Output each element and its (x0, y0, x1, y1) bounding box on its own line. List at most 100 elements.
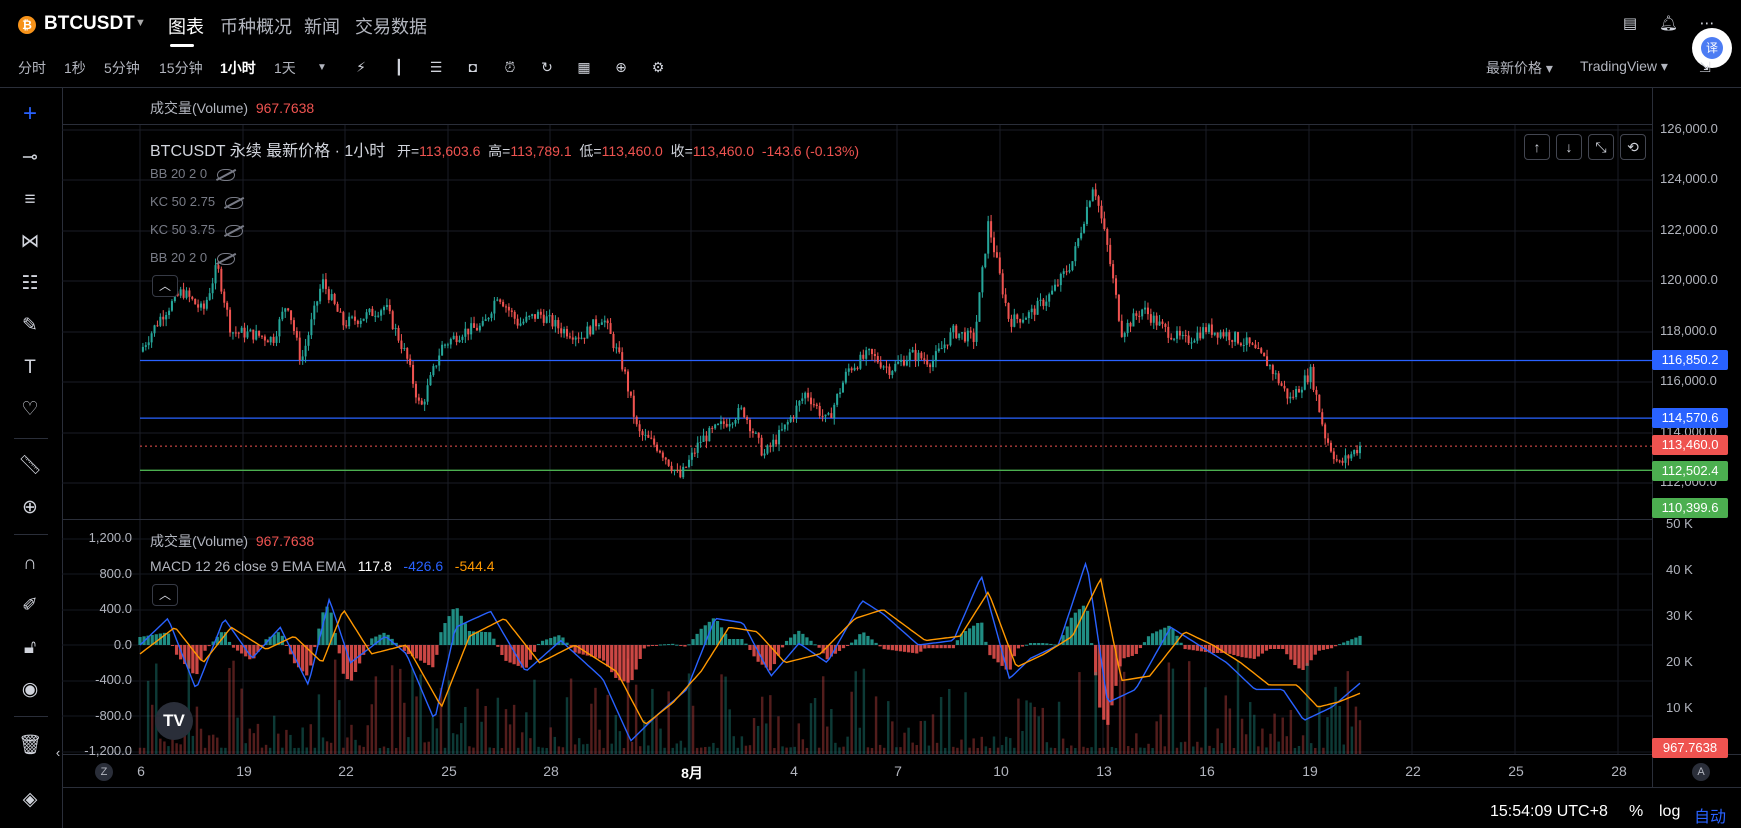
candle-body (473, 323, 476, 328)
candle-body (661, 452, 664, 458)
macd-tick: 0.0 (113, 637, 132, 652)
percent-toggle[interactable]: % (1629, 803, 1643, 821)
collapse-legend-button[interactable]: ︿ (152, 275, 178, 297)
volume-bar (1082, 746, 1085, 754)
candle-body (1013, 314, 1016, 327)
candle-body (147, 342, 150, 346)
macd-hist-bar (1012, 645, 1016, 657)
candle-body (751, 431, 754, 434)
volume-bar (1171, 668, 1175, 754)
log-toggle[interactable]: log (1659, 803, 1680, 821)
candle-body (162, 316, 165, 320)
candle-body (240, 327, 243, 333)
candle-body (685, 466, 688, 468)
auto-scale-button[interactable]: A (1692, 763, 1710, 781)
volume-bar (777, 716, 780, 754)
candle-body (1295, 388, 1298, 398)
candle-body (507, 306, 510, 311)
indicator-kc-1[interactable]: KC 50 2.75 (150, 194, 244, 209)
candle-body (737, 408, 740, 420)
macd-hist-bar (447, 616, 451, 645)
candle-body (211, 283, 214, 294)
maximize-button[interactable]: ⤡ (1588, 134, 1614, 160)
time-tick: 28 (543, 763, 559, 779)
volume-bar (529, 738, 532, 754)
volume-bar (553, 736, 557, 754)
tradingview-logo[interactable]: TV (155, 702, 193, 740)
candle-body (908, 352, 911, 361)
move-down-button[interactable]: ↓ (1556, 134, 1582, 160)
macd-hist-bar (1346, 640, 1350, 645)
macd-hist-bar (1309, 645, 1313, 661)
macd-lines (139, 561, 1361, 742)
volume-bar (760, 696, 764, 754)
candle-body (969, 330, 972, 333)
candle-body (609, 323, 612, 334)
macd-hist-bar (1248, 645, 1252, 659)
candle-body (711, 427, 714, 429)
candle-body (818, 405, 821, 416)
macd-hist-bar (1179, 642, 1183, 645)
candle-body (229, 309, 232, 333)
candle-body (717, 423, 720, 425)
restore-button[interactable]: ⟲ (1620, 134, 1646, 160)
candle-body (1045, 301, 1048, 306)
candle-body (1280, 383, 1283, 386)
macd-hist-bar (280, 635, 284, 645)
hidden-eye-icon[interactable] (225, 196, 244, 209)
candle-body (754, 432, 757, 434)
candle-body (839, 392, 842, 394)
move-up-button[interactable]: ↑ (1524, 134, 1550, 160)
volume-bar (1179, 742, 1183, 754)
candle-body (380, 310, 383, 316)
volume-bar (1342, 744, 1345, 754)
candle-body (920, 352, 923, 359)
volume-bar (455, 734, 459, 754)
volume-bar (1338, 705, 1341, 754)
candle-body (905, 360, 908, 366)
candle-body (786, 421, 789, 425)
candle-body (1039, 299, 1042, 301)
candle-body (1239, 343, 1242, 346)
indicator-bb-1[interactable]: BB 20 2 0 (150, 166, 236, 181)
candle-body (226, 302, 229, 310)
volume-bar (590, 703, 593, 754)
candle-body (1135, 313, 1138, 316)
volume-bar (838, 747, 841, 754)
candle-body (931, 361, 935, 368)
macd-hist-bar (435, 645, 439, 655)
candle-body (699, 441, 702, 443)
macd-hist-bar (1272, 645, 1277, 649)
hidden-eye-icon[interactable] (217, 252, 236, 265)
macd-hist-bar (540, 640, 545, 645)
indicator-kc-2[interactable]: KC 50 3.75 (150, 222, 244, 237)
candle-body (815, 404, 818, 406)
indicator-bb-2[interactable]: BB 20 2 0 (150, 250, 236, 265)
hidden-eye-icon[interactable] (217, 168, 236, 181)
macd-legend: MACD 12 26 close 9 EMA EMA 117.8 -426.6 … (150, 558, 495, 574)
macd-hist-bar (504, 645, 508, 661)
macd-hist-bar (967, 628, 972, 645)
candle-body (513, 311, 516, 319)
volume-bar (1004, 736, 1008, 754)
candle-body (307, 335, 310, 346)
hidden-eye-icon[interactable] (225, 224, 244, 237)
volume-bar (403, 702, 406, 754)
macd-hist-bar (906, 645, 911, 653)
auto-toggle[interactable]: 自动 (1694, 803, 1726, 827)
volume-bar (569, 678, 573, 754)
volume-bar (537, 746, 540, 754)
candle-body (353, 316, 356, 321)
candle-body (740, 407, 743, 409)
macd-hist-bar (911, 645, 915, 653)
zoom-reset-button[interactable]: Z (95, 763, 113, 781)
candle-body (981, 267, 984, 293)
volume-bar (1187, 661, 1191, 754)
volume-bar (362, 746, 365, 754)
collapse-macd-legend-button[interactable]: ︿ (152, 584, 178, 606)
volume-bar (301, 727, 304, 754)
candle-body (798, 400, 801, 406)
candle-body (545, 316, 548, 323)
volume-bar (329, 742, 333, 754)
volume-bar (1017, 698, 1020, 754)
